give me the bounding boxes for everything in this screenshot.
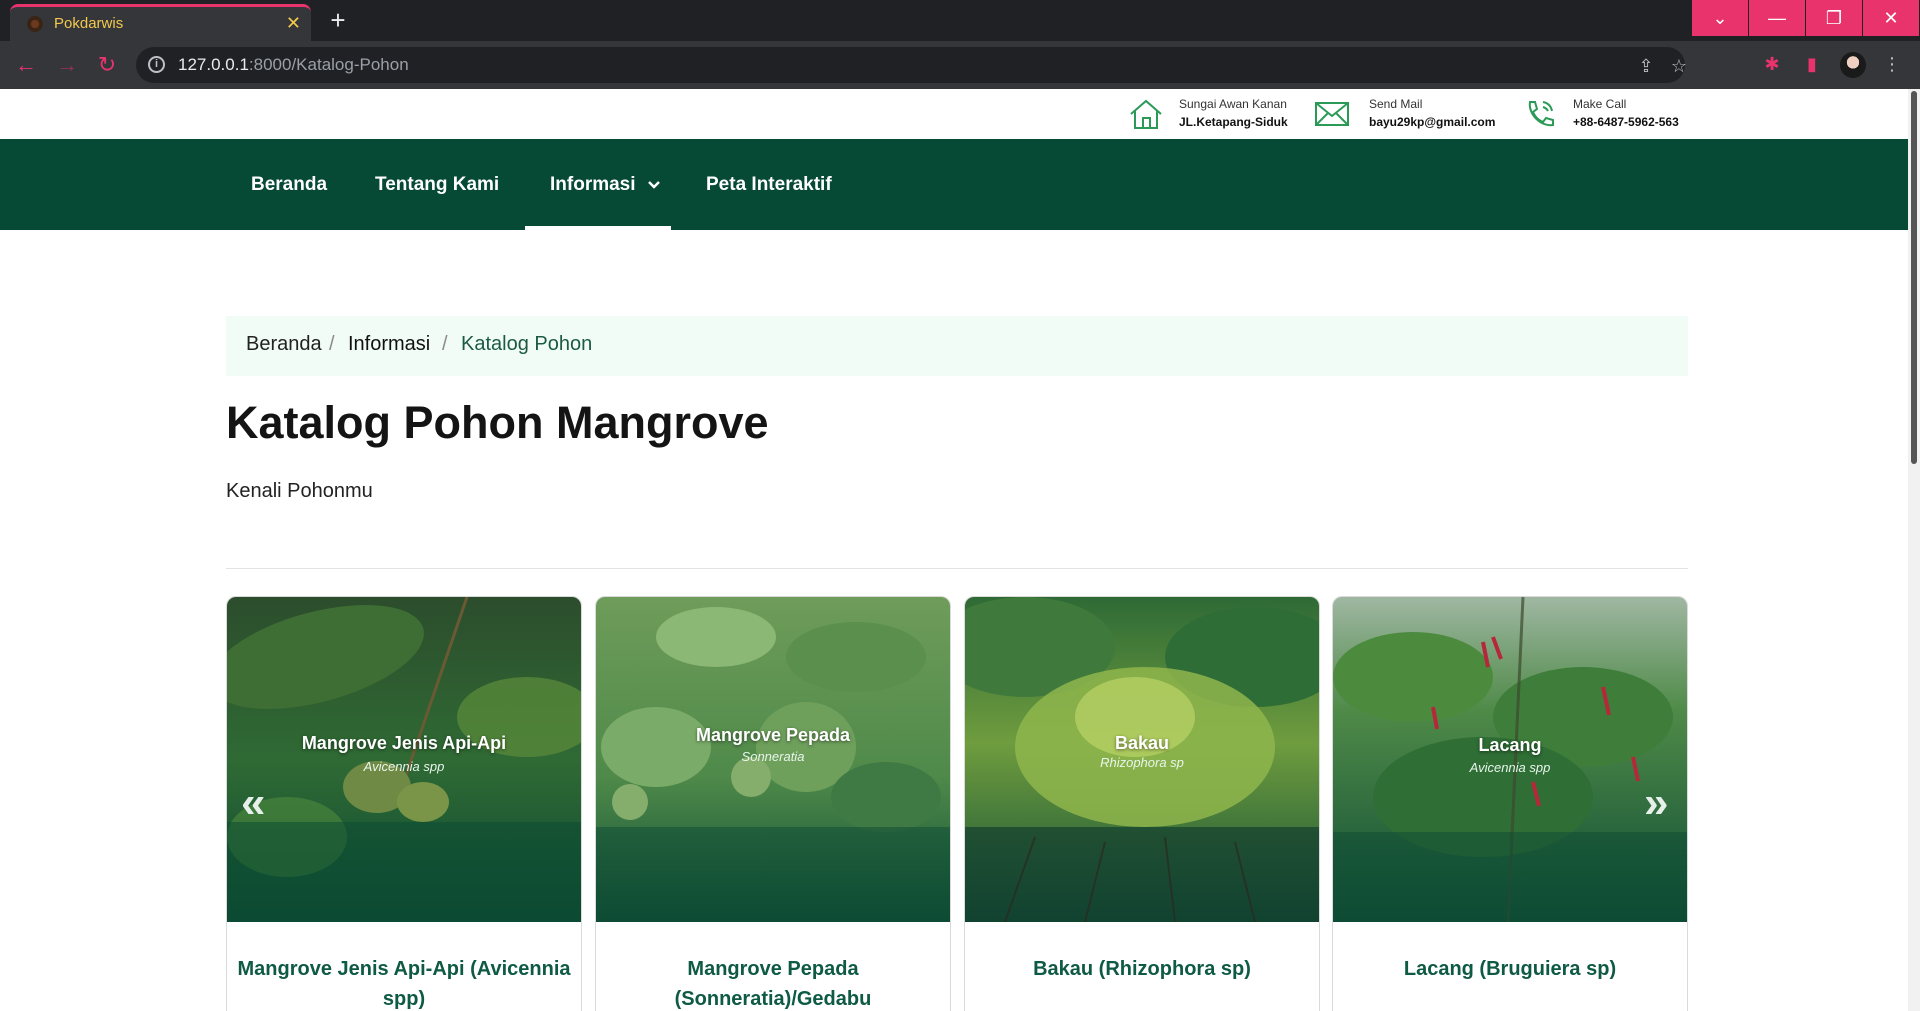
- menu-kebab-icon[interactable]: ⋮: [1880, 52, 1904, 76]
- tab-title: Pokdarwis: [54, 15, 124, 32]
- browser-toolbar: ← → ↻ i 127.0.0.1:8000/Katalog-Pohon ⇪ ☆: [0, 41, 1920, 89]
- card-overlay-subtitle: Rhizophora sp: [1100, 755, 1184, 770]
- address-url[interactable]: 127.0.0.1:8000/Katalog-Pohon: [178, 55, 409, 75]
- contact-info-bar: Sungai Awan Kanan JL.Ketapang-Siduk Send…: [0, 89, 1908, 139]
- restore-button[interactable]: ❐: [1806, 0, 1862, 36]
- profile-avatar[interactable]: [1840, 52, 1866, 78]
- extensions-puzzle-icon[interactable]: ✱: [1760, 52, 1784, 76]
- card-caption[interactable]: Lacang (Bruguiera sp): [1333, 954, 1687, 984]
- tab-search-button[interactable]: ⌄: [1692, 0, 1748, 36]
- mail-line2[interactable]: bayu29kp@gmail.com: [1369, 115, 1495, 129]
- breadcrumb-current: Katalog Pohon: [461, 333, 593, 355]
- side-panel-icon[interactable]: ▮: [1800, 52, 1824, 76]
- card-overlay-title: Bakau: [1114, 733, 1170, 753]
- card-overlay-subtitle: Avicennia spp: [363, 759, 445, 774]
- address-line1: Sungai Awan Kanan: [1179, 97, 1287, 111]
- card-overlay-subtitle: Sonneratia: [741, 749, 805, 764]
- breadcrumb-informasi[interactable]: Informasi: [348, 333, 430, 356]
- mail-icon: [1315, 102, 1349, 126]
- tree-card[interactable]: Lacang Avicennia spp Lacang (Bruguiera s…: [1332, 596, 1688, 1011]
- nav-informasi-label: Informasi: [550, 174, 636, 195]
- scrollbar-thumb[interactable]: [1911, 91, 1917, 464]
- nav-informasi[interactable]: Informasi: [525, 139, 671, 230]
- breadcrumb-separator: /: [329, 333, 335, 355]
- back-arrow-icon[interactable]: ←: [12, 51, 40, 79]
- close-window-button[interactable]: ✕: [1863, 0, 1919, 36]
- tree-card[interactable]: Mangrove Jenis Api-Api Avicennia spp Man…: [226, 596, 582, 1011]
- nav-peta-interaktif[interactable]: Peta Interaktif: [706, 139, 832, 230]
- bookmark-star-icon[interactable]: ☆: [1668, 55, 1690, 77]
- close-tab-icon[interactable]: ✕: [286, 13, 301, 33]
- call-line2[interactable]: +88-6487-5962-563: [1573, 115, 1679, 129]
- page-subtitle: Kenali Pohonmu: [226, 480, 373, 502]
- card-overlay-title: Lacang: [1478, 735, 1542, 755]
- carousel-prev-button[interactable]: «: [241, 781, 265, 825]
- mail-line1: Send Mail: [1369, 97, 1423, 111]
- breadcrumb-beranda[interactable]: Beranda: [246, 333, 322, 356]
- phone-icon: [1528, 101, 1554, 127]
- new-tab-button[interactable]: +: [324, 6, 352, 34]
- tree-card[interactable]: Bakau Rhizophora sp Bakau (Rhizophora sp…: [964, 596, 1320, 1011]
- card-overlay-subtitle: Avicennia spp: [1469, 760, 1551, 775]
- home-icon: [1130, 99, 1162, 129]
- nav-beranda[interactable]: Beranda: [251, 139, 327, 230]
- breadcrumb-separator: /: [442, 333, 448, 355]
- chevron-down-icon: [647, 181, 660, 189]
- breadcrumb: Beranda / Informasi / Katalog Pohon: [226, 316, 1688, 376]
- site-favicon-icon: [27, 16, 43, 32]
- forward-arrow-icon[interactable]: →: [53, 51, 81, 79]
- card-caption[interactable]: Mangrove Pepada (Sonneratia)/Gedabu: [596, 954, 950, 1011]
- browser-tab-strip: Pokdarwis ✕ + ⌄ — ❐ ✕: [0, 0, 1920, 41]
- address-line2: JL.Ketapang-Siduk: [1179, 115, 1288, 129]
- address-bar[interactable]: i 127.0.0.1:8000/Katalog-Pohon ⇪ ☆: [136, 47, 1687, 83]
- share-icon[interactable]: ⇪: [1635, 55, 1657, 77]
- call-line1: Make Call: [1573, 97, 1627, 111]
- page-title: Katalog Pohon Mangrove: [226, 397, 769, 448]
- divider: [226, 568, 1688, 569]
- card-caption[interactable]: Bakau (Rhizophora sp): [965, 954, 1319, 984]
- web-page: Sungai Awan Kanan JL.Ketapang-Siduk Send…: [0, 89, 1908, 1011]
- card-caption[interactable]: Mangrove Jenis Api-Api (Avicennia spp): [227, 954, 581, 1011]
- main-navbar: Beranda Tentang Kami Informasi Peta Inte…: [0, 139, 1908, 230]
- card-overlay-title: Mangrove Jenis Api-Api: [301, 733, 507, 753]
- reload-icon[interactable]: ↻: [93, 51, 121, 79]
- nav-tentang-kami[interactable]: Tentang Kami: [375, 139, 499, 230]
- card-overlay-title: Mangrove Pepada: [695, 725, 851, 745]
- page-scrollbar[interactable]: [1908, 89, 1920, 1011]
- site-info-icon[interactable]: i: [148, 56, 165, 73]
- browser-tab[interactable]: Pokdarwis ✕: [10, 4, 311, 41]
- carousel-next-button[interactable]: »: [1644, 781, 1668, 825]
- minimize-button[interactable]: —: [1749, 0, 1805, 36]
- tree-card[interactable]: Mangrove Pepada Sonneratia Mangrove Pepa…: [595, 596, 951, 1011]
